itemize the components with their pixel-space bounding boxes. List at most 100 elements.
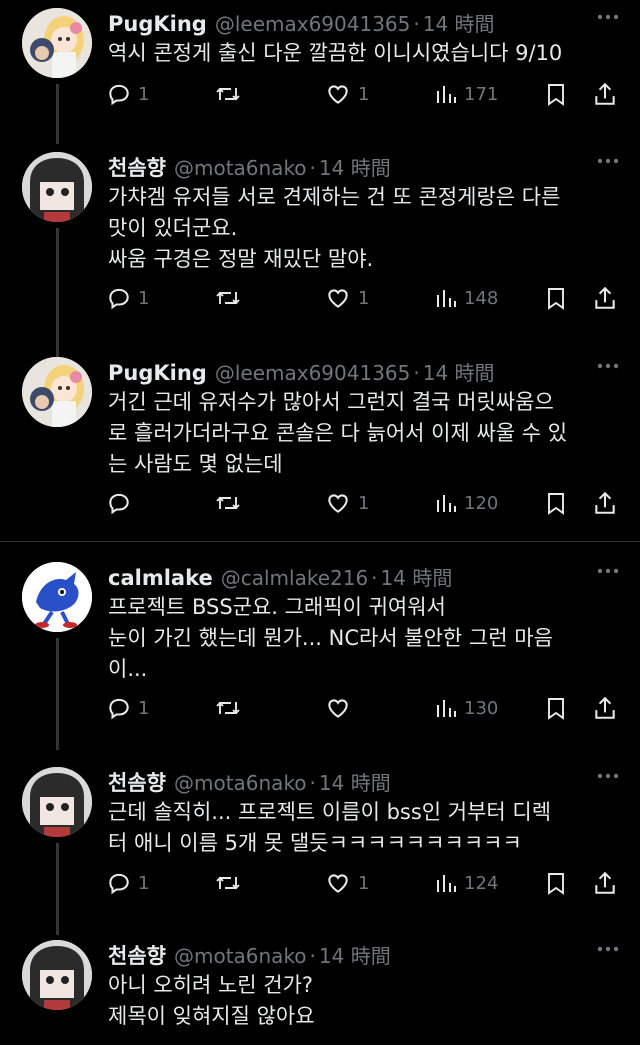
reply-button[interactable] — [106, 487, 138, 519]
timestamp[interactable]: 14 時間 — [319, 767, 391, 796]
retweet-icon — [216, 876, 240, 890]
display-name[interactable]: 천솜향 — [108, 767, 166, 797]
bookmark-button[interactable] — [544, 78, 568, 110]
reply-icon — [109, 493, 129, 515]
bookmark-button[interactable] — [544, 487, 568, 519]
user-handle[interactable]: @mota6nako — [174, 944, 307, 968]
tweet[interactable]: 천솜향 @mota6nako · 14 時間 가챠겜 유저들 서로 견제하는 건… — [0, 148, 640, 358]
more-options-icon[interactable] — [594, 355, 622, 377]
views-chart-icon — [437, 875, 456, 892]
action-bar: 1 1 148 — [106, 282, 620, 314]
bookmark-icon — [548, 493, 564, 515]
retweet-icon — [216, 87, 240, 101]
action-bar: 1 120 — [106, 487, 620, 519]
share-button[interactable] — [592, 692, 618, 724]
more-options-icon[interactable] — [594, 6, 622, 28]
display-name[interactable]: PugKing — [108, 12, 207, 36]
like-count: 1 — [358, 872, 370, 894]
view-count: 130 — [464, 697, 499, 719]
tweet-text: 역시 콘정게 출신 다운 깔끔한 이니시였습니다 9/10 — [108, 41, 563, 65]
tweet-header: 천솜향 @mota6nako · 14 時間 — [108, 152, 391, 182]
more-options-icon[interactable] — [594, 765, 622, 787]
tweet[interactable]: PugKing @leemax69041365 · 14 時間 거긴 근데 유저… — [0, 353, 640, 533]
reply-button[interactable]: 1 — [106, 282, 149, 314]
heart-icon — [328, 699, 348, 718]
tweet-text: 아니 오히려 노린 건가? 제목이 잊혀지질 않아요 — [108, 973, 315, 1028]
display-name[interactable]: 천솜향 — [108, 152, 166, 182]
tweet-header: 천솜향 @mota6nako · 14 時間 — [108, 767, 391, 797]
share-button[interactable] — [592, 487, 618, 519]
views-button[interactable]: 120 — [434, 487, 498, 519]
bookmark-button[interactable] — [544, 867, 568, 899]
tweet-text: 프로젝트 BSS군요. 그래픽이 귀여워서 눈이 가긴 했는데 뭔가... NC… — [108, 595, 553, 681]
separator-dot: · — [309, 156, 316, 180]
timestamp[interactable]: 14 時間 — [423, 357, 495, 386]
heart-icon — [328, 874, 348, 893]
like-button[interactable]: 1 — [324, 78, 369, 110]
tweet[interactable]: 천솜향 @mota6nako · 14 時間 아니 오히려 노린 건가? 제목이… — [0, 936, 640, 1045]
views-button[interactable]: 124 — [434, 867, 498, 899]
retweet-button[interactable] — [214, 282, 248, 314]
user-handle[interactable]: @mota6nako — [174, 156, 307, 180]
avatar[interactable] — [22, 357, 92, 427]
thread-line — [56, 638, 59, 750]
timestamp[interactable]: 14 時間 — [319, 940, 391, 969]
views-button[interactable]: 171 — [434, 78, 498, 110]
reply-icon — [109, 698, 129, 720]
tweet[interactable]: 천솜향 @mota6nako · 14 時間 근데 솔직히... 프로젝트 이름… — [0, 763, 640, 935]
action-bar: 1 130 — [106, 692, 620, 724]
reply-button[interactable]: 1 — [106, 78, 149, 110]
bookmark-button[interactable] — [544, 692, 568, 724]
view-count: 148 — [464, 287, 499, 309]
display-name[interactable]: 천솜향 — [108, 940, 166, 970]
user-handle[interactable]: @leemax69041365 — [215, 361, 411, 385]
avatar[interactable] — [22, 562, 92, 632]
views-button[interactable]: 148 — [434, 282, 498, 314]
view-count: 171 — [464, 83, 499, 105]
heart-icon — [328, 289, 348, 308]
thread-line — [56, 843, 59, 935]
share-button[interactable] — [592, 282, 618, 314]
avatar[interactable] — [22, 8, 92, 78]
retweet-button[interactable] — [214, 487, 248, 519]
more-options-icon[interactable] — [594, 938, 622, 960]
timestamp[interactable]: 14 時間 — [423, 8, 495, 37]
reply-button[interactable]: 1 — [106, 867, 149, 899]
reply-count: 1 — [138, 83, 150, 105]
avatar[interactable] — [22, 767, 92, 837]
like-button[interactable]: 1 — [324, 487, 369, 519]
bookmark-button[interactable] — [544, 282, 568, 314]
share-icon — [595, 286, 615, 309]
display-name[interactable]: calmlake — [108, 566, 213, 590]
tweet[interactable]: calmlake @calmlake216 · 14 時間 프로젝트 BSS군요… — [0, 558, 640, 750]
share-button[interactable] — [592, 78, 618, 110]
retweet-button[interactable] — [214, 78, 248, 110]
share-button[interactable] — [592, 867, 618, 899]
user-handle[interactable]: @mota6nako — [174, 771, 307, 795]
tweet[interactable]: PugKing @leemax69041365 · 14 時間 역시 콘정게 출… — [0, 4, 640, 144]
reply-button[interactable]: 1 — [106, 692, 149, 724]
more-options-icon[interactable] — [594, 560, 622, 582]
timestamp[interactable]: 14 時間 — [381, 562, 453, 591]
like-button[interactable] — [324, 692, 358, 724]
retweet-icon — [216, 701, 240, 715]
avatar[interactable] — [22, 940, 92, 1010]
timestamp[interactable]: 14 時間 — [319, 152, 391, 181]
thread-line — [56, 84, 59, 144]
display-name[interactable]: PugKing — [108, 361, 207, 385]
tweet-header: 천솜향 @mota6nako · 14 時間 — [108, 940, 391, 970]
like-button[interactable]: 1 — [324, 282, 369, 314]
like-button[interactable]: 1 — [324, 867, 369, 899]
more-options-icon[interactable] — [594, 150, 622, 172]
reply-count: 1 — [138, 872, 150, 894]
retweet-button[interactable] — [214, 867, 248, 899]
tweet-text: 가챠겜 유저들 서로 견제하는 건 또 콘정게랑은 다른 맛이 있더군요. 싸움… — [108, 185, 561, 271]
retweet-button[interactable] — [214, 692, 248, 724]
avatar[interactable] — [22, 152, 92, 222]
share-icon — [595, 491, 615, 514]
views-button[interactable]: 130 — [434, 692, 498, 724]
share-icon — [595, 82, 615, 105]
reply-count: 1 — [138, 697, 150, 719]
user-handle[interactable]: @leemax69041365 — [215, 12, 411, 36]
user-handle[interactable]: @calmlake216 — [221, 566, 368, 590]
